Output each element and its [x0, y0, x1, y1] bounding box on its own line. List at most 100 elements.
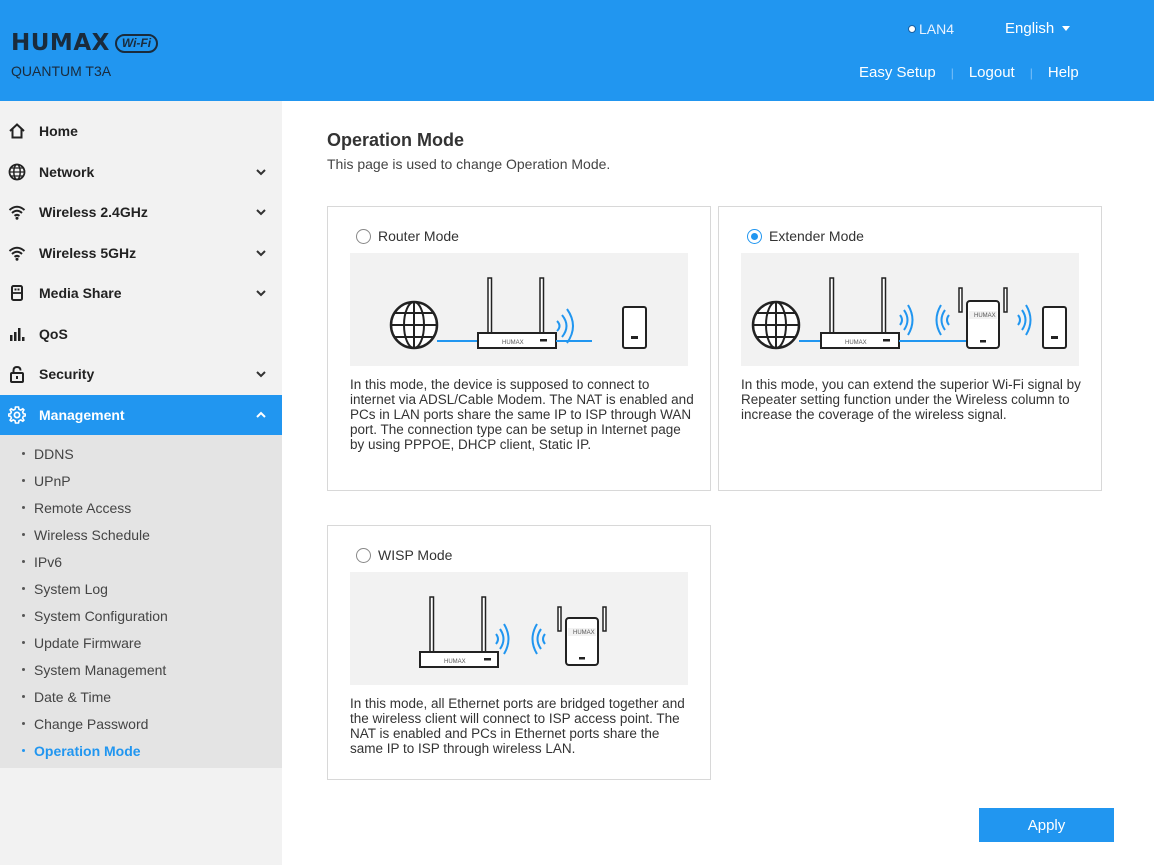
- router-device-icon: HUMAX: [477, 277, 557, 349]
- submenu-item-ddns[interactable]: DDNS: [0, 440, 282, 467]
- submenu-label: System Log: [34, 580, 108, 597]
- bullet-icon: [22, 452, 25, 455]
- wisp-mode-radio[interactable]: [356, 547, 371, 563]
- lock-icon: [10, 365, 24, 383]
- top-header: HUMAX Wi-Fi QUANTUM T3A LAN4 English Eas…: [0, 0, 1154, 101]
- sidebar-item-label: Network: [39, 163, 95, 180]
- chevron-down-icon: [256, 209, 266, 216]
- logout-link[interactable]: Logout: [969, 64, 1015, 81]
- extender-mode-radio[interactable]: [747, 228, 762, 244]
- submenu-label: Remote Access: [34, 499, 132, 516]
- submenu-item-remote-access[interactable]: Remote Access: [0, 494, 282, 521]
- wisp-mode-diagram: HUMAX HUMAX: [419, 596, 607, 668]
- router-mode-label: Router Mode: [378, 228, 459, 244]
- wifi-icon: [8, 246, 26, 261]
- bullet-icon: [22, 533, 25, 536]
- page-title: Operation Mode: [327, 130, 465, 150]
- bullet-icon: [22, 641, 25, 644]
- submenu-label: System Management: [34, 661, 167, 678]
- language-selector[interactable]: English: [1005, 20, 1071, 37]
- usb-icon: [11, 285, 23, 301]
- phone-device-icon: [622, 306, 647, 349]
- page-description: This page is used to change Operation Mo…: [327, 156, 611, 172]
- router-mode-diagram: HUMAX: [389, 277, 647, 350]
- home-icon: [9, 123, 25, 139]
- submenu-item-system-management[interactable]: System Management: [0, 656, 282, 683]
- wisp-mode-option[interactable]: WISP Mode: [356, 547, 452, 563]
- submenu-item-ipv6[interactable]: IPv6: [0, 548, 282, 575]
- extender-mode-diagram: HUMAX HUMAX: [751, 277, 1067, 350]
- language-label: English: [1005, 20, 1055, 37]
- sidebar-item-home[interactable]: Home: [0, 111, 282, 152]
- bullet-icon: [22, 722, 25, 725]
- wifi-icon: [8, 205, 26, 220]
- bullet-icon: [22, 479, 25, 482]
- extender-mode-illustration: HUMAX HUMAX: [741, 253, 1079, 366]
- link-divider: |: [1029, 65, 1033, 80]
- sidebar-item-label: Wireless 2.4GHz: [39, 204, 148, 221]
- extender-mode-description: In this mode, you can extend the superio…: [741, 377, 1081, 422]
- wisp-mode-illustration: HUMAX HUMAX: [350, 572, 688, 685]
- link-divider: |: [950, 65, 954, 80]
- submenu-item-wireless-schedule[interactable]: Wireless Schedule: [0, 521, 282, 548]
- wisp-mode-card: WISP Mode HUMAX HUMAX In this mode, all …: [327, 525, 711, 780]
- sidebar-item-management[interactable]: Management: [0, 394, 282, 435]
- sidebar-item-security[interactable]: Security: [0, 354, 282, 395]
- submenu-item-date-time[interactable]: Date & Time: [0, 683, 282, 710]
- wifi-waves-icon: [1017, 304, 1032, 336]
- submenu-label: Wireless Schedule: [34, 526, 150, 543]
- wifi-waves-icon: [556, 308, 574, 344]
- sidebar-item-label: Management: [39, 406, 125, 423]
- submenu-label: Update Firmware: [34, 634, 142, 651]
- submenu-label: Date & Time: [34, 688, 112, 705]
- caret-down-icon: [1062, 26, 1071, 31]
- sidebar-item-network[interactable]: Network: [0, 152, 282, 193]
- submenu-item-operation-mode[interactable]: Operation Mode: [0, 737, 282, 764]
- sidebar: Home Network Wireless 2.4GHz Wireless 5G…: [0, 101, 282, 865]
- submenu-label: IPv6: [34, 553, 63, 570]
- sidebar-item-wireless-5ghz[interactable]: Wireless 5GHz: [0, 233, 282, 274]
- brand-name: HUMAX: [11, 30, 110, 56]
- gear-icon: [8, 405, 26, 424]
- router-mode-radio[interactable]: [356, 228, 371, 244]
- top-links: Easy Setup | Logout | Help: [859, 64, 1079, 81]
- svg-text:HUMAX: HUMAX: [444, 659, 466, 665]
- submenu-item-change-password[interactable]: Change Password: [0, 710, 282, 737]
- submenu-label: DDNS: [34, 445, 74, 462]
- lan-status-label: LAN4: [919, 21, 955, 37]
- sidebar-item-label: Security: [39, 366, 95, 383]
- bullet-icon: [22, 668, 25, 671]
- wifi-waves-icon: [495, 623, 510, 655]
- chevron-up-icon: [256, 411, 266, 418]
- router-device-icon: HUMAX: [419, 596, 499, 668]
- wisp-mode-label: WISP Mode: [378, 547, 453, 563]
- help-link[interactable]: Help: [1048, 64, 1079, 81]
- easy-setup-link[interactable]: Easy Setup: [859, 64, 936, 81]
- sidebar-item-qos[interactable]: QoS: [0, 314, 282, 355]
- extender-mode-option[interactable]: Extender Mode: [747, 228, 864, 244]
- globe-icon: [389, 300, 439, 350]
- wifi-waves-icon: [899, 304, 914, 336]
- sidebar-item-media-share[interactable]: Media Share: [0, 273, 282, 314]
- submenu-item-system-configuration[interactable]: System Configuration: [0, 602, 282, 629]
- submenu-label: Change Password: [34, 715, 149, 732]
- sidebar-item-label: QoS: [39, 325, 68, 342]
- extender-device-icon: HUMAX: [557, 606, 607, 666]
- router-mode-option[interactable]: Router Mode: [356, 228, 459, 244]
- lan-status: LAN4: [908, 21, 954, 37]
- svg-text:HUMAX: HUMAX: [974, 313, 996, 319]
- submenu-label: UPnP: [34, 472, 71, 489]
- router-mode-illustration: HUMAX: [350, 253, 688, 366]
- apply-button[interactable]: Apply: [979, 808, 1114, 842]
- sidebar-item-wireless-24ghz[interactable]: Wireless 2.4GHz: [0, 192, 282, 233]
- submenu-item-upnp[interactable]: UPnP: [0, 467, 282, 494]
- sidebar-item-label: Wireless 5GHz: [39, 244, 137, 261]
- bullet-icon: [22, 749, 25, 752]
- submenu-item-update-firmware[interactable]: Update Firmware: [0, 629, 282, 656]
- router-device-icon: HUMAX: [820, 277, 900, 349]
- submenu-item-system-log[interactable]: System Log: [0, 575, 282, 602]
- sidebar-item-label: Media Share: [39, 285, 122, 302]
- wisp-mode-description: In this mode, all Ethernet ports are bri…: [350, 696, 685, 756]
- chevron-down-icon: [256, 371, 266, 378]
- wifi-badge: Wi-Fi: [114, 33, 159, 53]
